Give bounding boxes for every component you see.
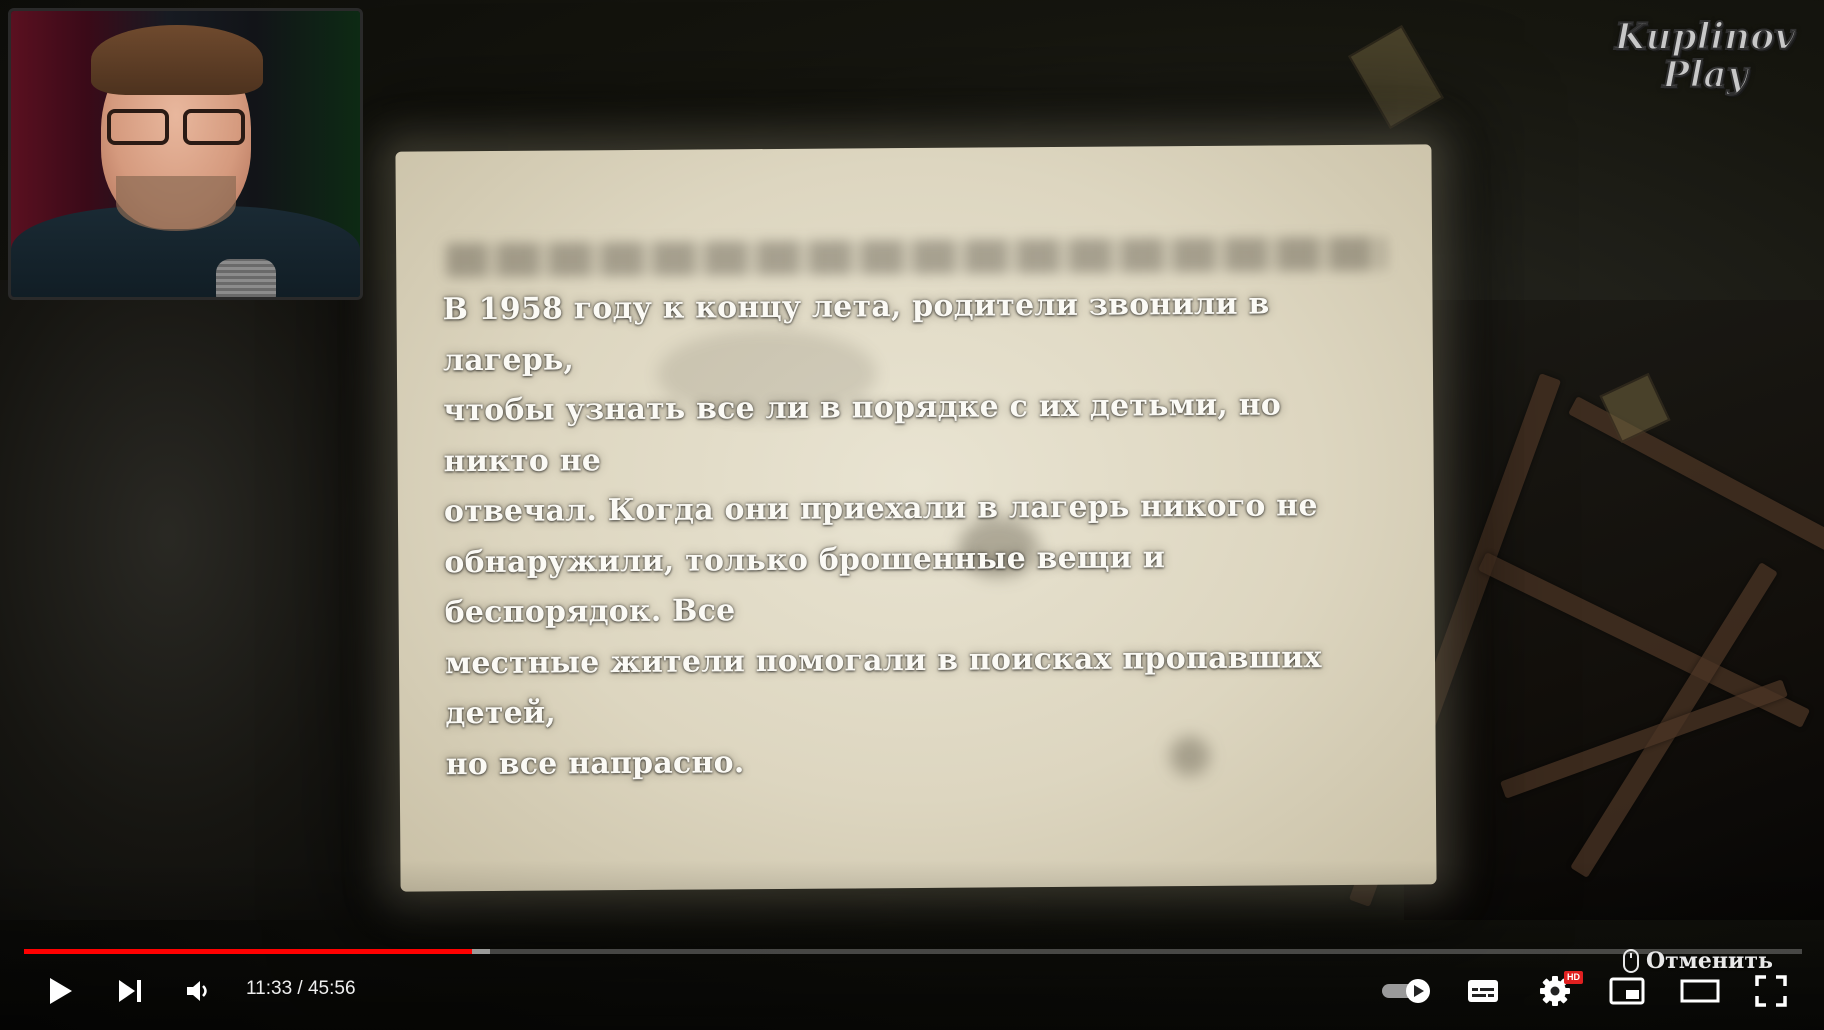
watermark-line: Kuplinov — [1614, 16, 1796, 58]
watermark-line: Play — [1662, 54, 1749, 96]
time-display: 11:33 / 45:56 — [246, 978, 356, 1000]
note-line: чтобы узнать все ли в порядке с их детьм… — [443, 387, 1282, 479]
scene-background-left — [0, 280, 420, 920]
fullscreen-button[interactable] — [1748, 966, 1794, 1016]
microphone — [216, 259, 276, 297]
subtitles-icon — [1468, 980, 1498, 1002]
play-icon — [50, 978, 72, 1004]
next-icon — [119, 980, 141, 1002]
autoplay-toggle-icon — [1382, 979, 1430, 1003]
volume-button[interactable] — [176, 966, 220, 1016]
play-button[interactable] — [38, 966, 82, 1016]
blurred-headline — [446, 236, 1387, 278]
hd-badge: HD — [1564, 971, 1583, 984]
note-paper: В 1958 году к концу лета, родители звони… — [395, 144, 1437, 892]
time-separator: / — [292, 978, 308, 999]
fullscreen-icon — [1755, 975, 1787, 1007]
miniplayer-button[interactable] — [1604, 966, 1650, 1016]
note-line: местные жители помогали в поисках пропав… — [444, 639, 1322, 732]
autoplay-toggle[interactable] — [1378, 966, 1436, 1016]
note-line: В 1958 году к концу лета, родители звони… — [442, 286, 1270, 378]
next-button[interactable] — [108, 966, 152, 1016]
wooden-plank — [1568, 396, 1824, 564]
note-line: отвечал. Когда они приехали в лагерь ник… — [443, 488, 1318, 530]
streamer-hair — [91, 25, 263, 95]
light-switch-plate — [1348, 25, 1444, 129]
played-bar — [24, 949, 473, 954]
duration: 45:56 — [307, 978, 356, 999]
streamer-glasses — [101, 109, 251, 149]
progress-bar[interactable] — [24, 949, 1802, 954]
note-line: обнаружили, только брошенные вещи и бесп… — [444, 539, 1166, 631]
note-line: но все напрасно. — [445, 744, 745, 782]
volume-icon — [187, 981, 207, 1001]
theater-mode-icon — [1680, 979, 1720, 1003]
current-time: 11:33 — [246, 978, 293, 999]
webcam-overlay — [8, 8, 363, 300]
subtitles-button[interactable] — [1460, 966, 1506, 1016]
channel-watermark: Kuplinov Play — [1600, 16, 1810, 96]
streamer-beard — [116, 176, 236, 231]
theater-mode-button[interactable] — [1676, 966, 1724, 1016]
note-text: В 1958 году к концу лета, родители звони… — [442, 279, 1376, 790]
video-player[interactable]: В 1958 году к концу лета, родители звони… — [0, 0, 1824, 1030]
miniplayer-icon — [1609, 977, 1645, 1005]
